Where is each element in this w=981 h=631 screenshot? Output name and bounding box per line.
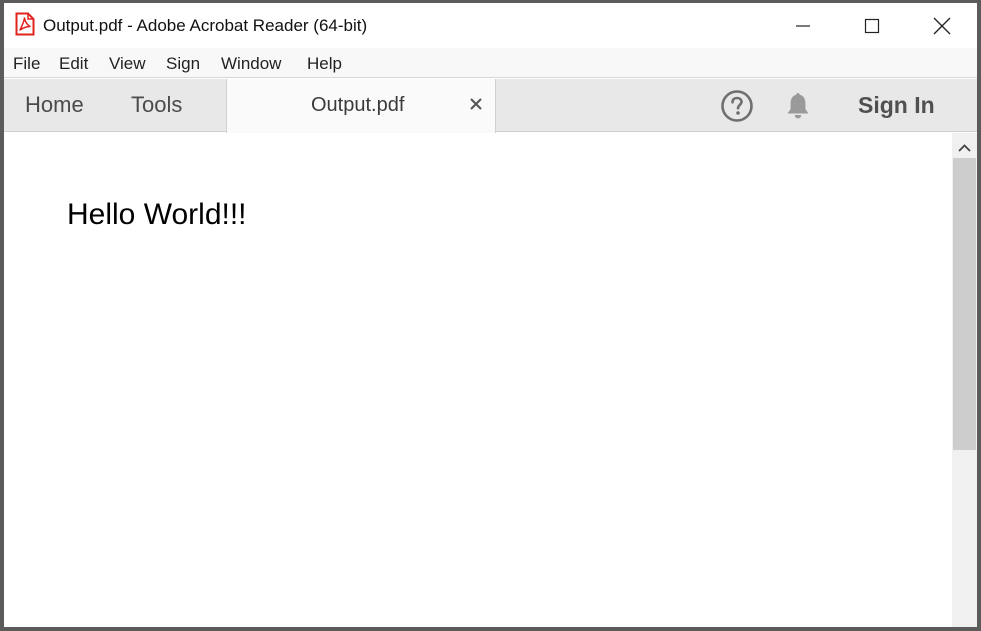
maximize-icon bbox=[864, 18, 880, 34]
close-icon bbox=[933, 17, 951, 35]
menu-window[interactable]: Window bbox=[221, 54, 281, 74]
window-title: Output.pdf - Adobe Acrobat Reader (64-bi… bbox=[43, 16, 368, 35]
chevron-up-icon[interactable] bbox=[957, 141, 972, 153]
menu-bar: File Edit View Sign Window Help bbox=[4, 48, 977, 78]
menu-file[interactable]: File bbox=[13, 54, 40, 74]
document-text: Hello World!!! bbox=[67, 198, 247, 231]
scrollbar-thumb[interactable] bbox=[953, 158, 976, 450]
tab-tools[interactable]: Tools bbox=[131, 92, 182, 118]
maximize-button[interactable] bbox=[837, 3, 907, 48]
minimize-button[interactable] bbox=[768, 3, 838, 48]
tab-bar: Home Tools Output.pdf Sign In bbox=[4, 79, 977, 133]
bell-icon[interactable] bbox=[782, 90, 814, 122]
sign-in-button[interactable]: Sign In bbox=[858, 92, 935, 119]
acrobat-pdf-icon bbox=[15, 12, 35, 36]
question-circle-icon[interactable] bbox=[720, 89, 754, 123]
menu-sign[interactable]: Sign bbox=[166, 54, 200, 74]
menu-view[interactable]: View bbox=[109, 54, 146, 74]
tab-home[interactable]: Home bbox=[25, 92, 84, 118]
document-view: Hello World!!! bbox=[4, 133, 952, 627]
acrobat-window: Output.pdf - Adobe Acrobat Reader (64-bi… bbox=[0, 0, 981, 631]
close-window-button[interactable] bbox=[907, 3, 977, 48]
menu-help[interactable]: Help bbox=[307, 54, 342, 74]
menu-edit[interactable]: Edit bbox=[59, 54, 88, 74]
title-bar: Output.pdf - Adobe Acrobat Reader (64-bi… bbox=[4, 3, 977, 48]
document-tab-label: Output.pdf bbox=[311, 94, 405, 116]
minimize-icon bbox=[795, 18, 811, 34]
tab-document[interactable]: Output.pdf bbox=[226, 79, 496, 133]
vertical-scrollbar[interactable] bbox=[952, 133, 977, 627]
close-tab-icon[interactable] bbox=[467, 95, 485, 113]
